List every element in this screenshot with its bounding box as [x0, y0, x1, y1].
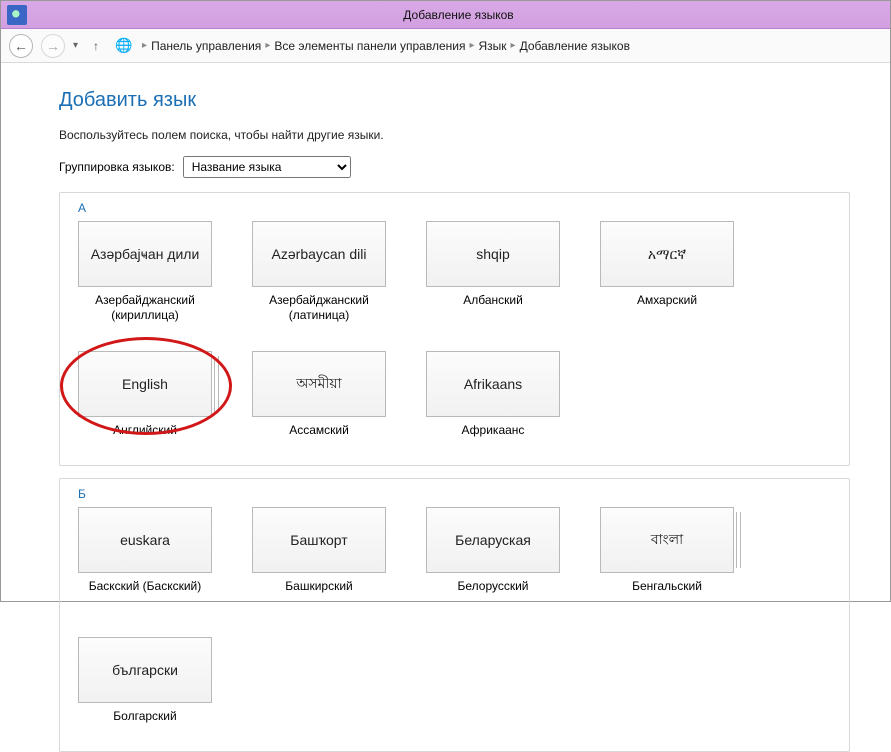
- language-tile[interactable]: Azərbaycan dili: [252, 221, 386, 287]
- language-item[interactable]: Afrikaans Африкаанс: [426, 351, 560, 453]
- language-grid: Азәрбајҹан дили Азербайджанский (кириллиц…: [78, 221, 831, 453]
- language-label: Ассамский: [289, 423, 349, 453]
- breadcrumb-item[interactable]: Язык: [479, 39, 507, 53]
- chevron-right-icon: ▸: [265, 40, 270, 51]
- grouping-select[interactable]: Название языка: [183, 156, 351, 178]
- nav-bar: ← → ▾ ↑ 🌐 ▸ Панель управления ▸ Все элем…: [1, 29, 890, 63]
- language-tile[interactable]: Азәрбајҹан дили: [78, 221, 212, 287]
- language-grid: euskara Баскский (Баскский) Башҡорт Башкирс…: [78, 507, 831, 739]
- language-tile[interactable]: euskara: [78, 507, 212, 573]
- language-item[interactable]: Беларуская Белорусский: [426, 507, 560, 609]
- language-label: Азербайджанский (латиница): [252, 293, 386, 323]
- language-item[interactable]: Башҡорт Башкирский: [252, 507, 386, 609]
- language-tile[interactable]: български: [78, 637, 212, 703]
- language-tile[interactable]: English: [78, 351, 212, 417]
- language-tile[interactable]: অসমীয়া: [252, 351, 386, 417]
- language-item[interactable]: English Английский: [78, 351, 212, 453]
- app-icon: [7, 5, 27, 25]
- page-hint: Воспользуйтесь полем поиска, чтобы найти…: [59, 128, 850, 142]
- language-item[interactable]: euskara Баскский (Баскский): [78, 507, 212, 609]
- language-item[interactable]: Азәрбајҹан дили Азербайджанский (кириллиц…: [78, 221, 212, 323]
- back-button[interactable]: ←: [9, 34, 33, 58]
- language-item[interactable]: Azərbaycan dili Азербайджанский (латиница…: [252, 221, 386, 323]
- language-item[interactable]: አማርኛ Амхарский: [600, 221, 734, 323]
- breadcrumb-item[interactable]: Все элементы панели управления: [274, 39, 465, 53]
- language-label: Албанский: [463, 293, 523, 323]
- language-item[interactable]: shqip Албанский: [426, 221, 560, 323]
- chevron-right-icon: ▸: [511, 40, 516, 51]
- history-dropdown-icon[interactable]: ▾: [73, 40, 78, 51]
- language-group: А Азәрбајҹан дили Азербайджанский (кирилли…: [59, 192, 850, 466]
- language-label: Амхарский: [637, 293, 697, 323]
- group-letter: Б: [74, 487, 90, 501]
- location-icon: 🌐: [114, 36, 134, 56]
- language-item[interactable]: অসমীয়া Ассамский: [252, 351, 386, 453]
- language-tile[interactable]: Башҡорт: [252, 507, 386, 573]
- language-item[interactable]: български Болгарский: [78, 637, 212, 739]
- chevron-right-icon: ▸: [469, 40, 474, 51]
- page-title: Добавить язык: [59, 89, 850, 112]
- language-label: Английский: [113, 423, 177, 453]
- grouping-row: Группировка языков: Название языка: [59, 156, 850, 178]
- titlebar: Добавление языков: [1, 1, 890, 29]
- chevron-right-icon: ▸: [142, 40, 147, 51]
- language-tile[interactable]: Беларуская: [426, 507, 560, 573]
- language-label: Башкирский: [285, 579, 352, 609]
- breadcrumb-item[interactable]: Панель управления: [151, 39, 261, 53]
- breadcrumb: ▸ Панель управления ▸ Все элементы панел…: [142, 39, 630, 53]
- group-letter: А: [74, 201, 90, 215]
- language-label: Бенгальский: [632, 579, 702, 609]
- language-label: Болгарский: [113, 709, 176, 739]
- language-label: Африкаанс: [462, 423, 525, 453]
- up-button[interactable]: ↑: [86, 36, 106, 56]
- language-tile[interactable]: አማርኛ: [600, 221, 734, 287]
- language-label: Белорусский: [457, 579, 528, 609]
- language-group: Бeuskara Баскский (Баскский) Башҡорт Башкир…: [59, 478, 850, 752]
- language-label: Азербайджанский (кириллица): [78, 293, 212, 323]
- forward-button[interactable]: →: [41, 34, 65, 58]
- language-label: Баскский (Баскский): [89, 579, 202, 609]
- breadcrumb-item[interactable]: Добавление языков: [520, 39, 630, 53]
- language-tile[interactable]: shqip: [426, 221, 560, 287]
- window-title: Добавление языков: [27, 8, 890, 22]
- content-area: Добавить язык Воспользуйтесь полем поиск…: [1, 63, 890, 752]
- grouping-label: Группировка языков:: [59, 160, 175, 174]
- language-tile[interactable]: বাংলা: [600, 507, 734, 573]
- language-tile[interactable]: Afrikaans: [426, 351, 560, 417]
- language-item[interactable]: বাংলা Бенгальский: [600, 507, 734, 609]
